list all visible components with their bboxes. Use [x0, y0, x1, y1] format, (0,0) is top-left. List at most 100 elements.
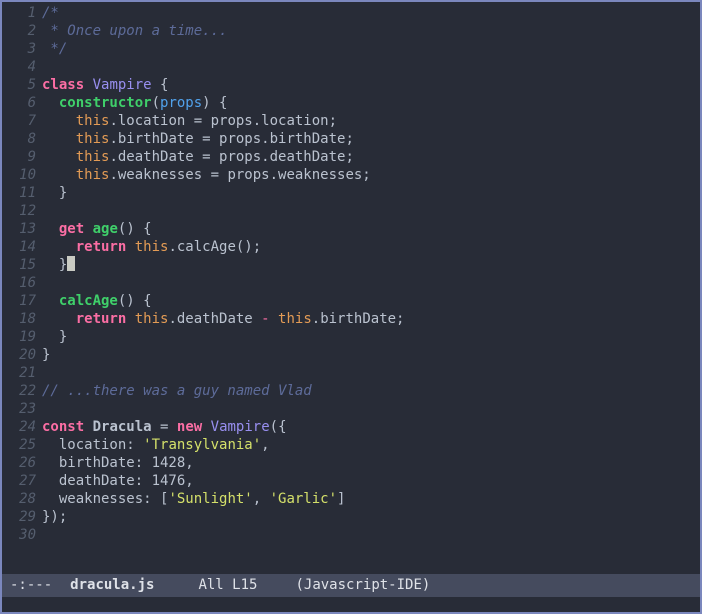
code-token[interactable]: .deathDate = props.deathDate;: [109, 149, 353, 165]
code-token[interactable]: [270, 311, 278, 327]
code-token[interactable]: [42, 293, 59, 309]
code-token[interactable]: location:: [42, 437, 143, 453]
code-token[interactable]: return: [76, 311, 127, 327]
code-line[interactable]: 15 }: [6, 256, 700, 274]
code-token[interactable]: .birthDate;: [312, 311, 405, 327]
code-line[interactable]: 9 this.deathDate = props.deathDate;: [6, 148, 700, 166]
code-line[interactable]: 26 birthDate: 1428,: [6, 454, 700, 472]
code-token[interactable]: [42, 167, 76, 183]
code-line[interactable]: 14 return this.calcAge();: [6, 238, 700, 256]
code-line[interactable]: 29});: [6, 508, 700, 526]
code-line[interactable]: 24 const Dracula = new Vampire({: [6, 418, 700, 436]
code-token[interactable]: [42, 113, 76, 129]
code-token[interactable]: 'Garlic': [270, 491, 337, 507]
code-token[interactable]: () {: [118, 293, 152, 309]
code-token[interactable]: (: [152, 95, 160, 111]
code-buffer[interactable]: 1/* 2 * Once upon a time... 3 */4 5 class Va…: [2, 2, 700, 574]
code-token[interactable]: }: [42, 185, 67, 201]
code-token[interactable]: ) {: [202, 95, 227, 111]
code-token[interactable]: // ...there was a guy named Vlad: [42, 383, 312, 399]
code-token[interactable]: return: [76, 239, 127, 255]
code-line[interactable]: 6 constructor(props) {: [6, 94, 700, 112]
code-line[interactable]: 25 location: 'Transylvania',: [6, 436, 700, 454]
code-line[interactable]: 12: [6, 202, 700, 220]
code-line[interactable]: 13 get age() {: [6, 220, 700, 238]
code-token[interactable]: .weaknesses = props.weaknesses;: [109, 167, 370, 183]
code-line[interactable]: 1 /*: [6, 4, 700, 22]
code-token[interactable]: {: [152, 77, 168, 93]
code-token[interactable]: [84, 77, 92, 93]
code-token[interactable]: =: [152, 419, 177, 435]
code-line[interactable]: 21: [6, 364, 700, 382]
code-token[interactable]: [42, 221, 59, 237]
code-token[interactable]: calcAge: [59, 293, 118, 309]
code-token[interactable]: .birthDate = props.birthDate;: [109, 131, 353, 147]
code-token[interactable]: .location = props.location;: [109, 113, 337, 129]
code-line[interactable]: 5 class Vampire {: [6, 76, 700, 94]
code-token[interactable]: this: [76, 167, 110, 183]
code-line[interactable]: 2 * Once upon a time...: [6, 22, 700, 40]
code-token[interactable]: .deathDate: [168, 311, 261, 327]
code-token[interactable]: */: [42, 41, 67, 57]
code-token[interactable]: age: [93, 221, 118, 237]
code-token[interactable]: [42, 149, 76, 165]
code-line[interactable]: 8 this.birthDate = props.birthDate;: [6, 130, 700, 148]
code-token[interactable]: weaknesses: [: [42, 491, 169, 507]
code-token[interactable]: .calcAge();: [168, 239, 261, 255]
code-token[interactable]: [42, 239, 76, 255]
code-token[interactable]: this: [278, 311, 312, 327]
code-token[interactable]: ,: [261, 437, 269, 453]
code-token[interactable]: 'Transylvania': [143, 437, 261, 453]
code-token[interactable]: Vampire: [93, 77, 152, 93]
code-token[interactable]: [84, 419, 92, 435]
code-token[interactable]: deathDate: 1476,: [42, 473, 194, 489]
code-token[interactable]: [42, 131, 76, 147]
code-line[interactable]: 18 return this.deathDate - this.birthDat…: [6, 310, 700, 328]
code-line[interactable]: 20}: [6, 346, 700, 364]
code-token[interactable]: -: [261, 311, 269, 327]
code-token[interactable]: * Once upon a time...: [42, 23, 227, 39]
code-token[interactable]: }: [42, 329, 67, 345]
code-token[interactable]: this: [76, 149, 110, 165]
code-line[interactable]: 17 calcAge() {: [6, 292, 700, 310]
code-token[interactable]: props: [160, 95, 202, 111]
code-token[interactable]: ,: [253, 491, 270, 507]
code-token[interactable]: [42, 311, 76, 327]
code-token[interactable]: /*: [42, 5, 59, 21]
code-token[interactable]: () {: [118, 221, 152, 237]
code-token[interactable]: class: [42, 77, 84, 93]
text-cursor[interactable]: [67, 256, 76, 271]
code-token[interactable]: }: [42, 257, 67, 273]
code-token[interactable]: [126, 239, 134, 255]
code-token[interactable]: [84, 221, 92, 237]
code-token[interactable]: this: [76, 131, 110, 147]
code-token[interactable]: });: [42, 509, 67, 525]
code-token[interactable]: this: [76, 113, 110, 129]
code-token[interactable]: [126, 311, 134, 327]
code-token[interactable]: get: [59, 221, 84, 237]
code-line[interactable]: 27 deathDate: 1476,: [6, 472, 700, 490]
code-line[interactable]: 22 // ...there was a guy named Vlad: [6, 382, 700, 400]
code-token[interactable]: Dracula: [93, 419, 152, 435]
code-token[interactable]: this: [135, 311, 169, 327]
code-line[interactable]: 10 this.weaknesses = props.weaknesses;: [6, 166, 700, 184]
code-token[interactable]: birthDate: 1428,: [42, 455, 194, 471]
code-token[interactable]: ]: [337, 491, 345, 507]
code-line[interactable]: 7 this.location = props.location;: [6, 112, 700, 130]
code-token[interactable]: constructor: [59, 95, 152, 111]
code-token[interactable]: this: [135, 239, 169, 255]
code-line[interactable]: 30: [6, 526, 700, 544]
code-token[interactable]: Vampire: [211, 419, 270, 435]
code-token[interactable]: new: [177, 419, 202, 435]
code-line[interactable]: 23: [6, 400, 700, 418]
code-token[interactable]: 'Sunlight': [168, 491, 252, 507]
code-token[interactable]: ({: [270, 419, 287, 435]
code-line[interactable]: 16: [6, 274, 700, 292]
code-token[interactable]: [42, 95, 59, 111]
modeline-filename[interactable]: dracula.js: [70, 574, 154, 597]
code-line[interactable]: 4: [6, 58, 700, 76]
code-line[interactable]: 19 }: [6, 328, 700, 346]
code-line[interactable]: 28 weaknesses: ['Sunlight', 'Garlic']: [6, 490, 700, 508]
code-line[interactable]: 3 */: [6, 40, 700, 58]
code-token[interactable]: const: [42, 419, 84, 435]
